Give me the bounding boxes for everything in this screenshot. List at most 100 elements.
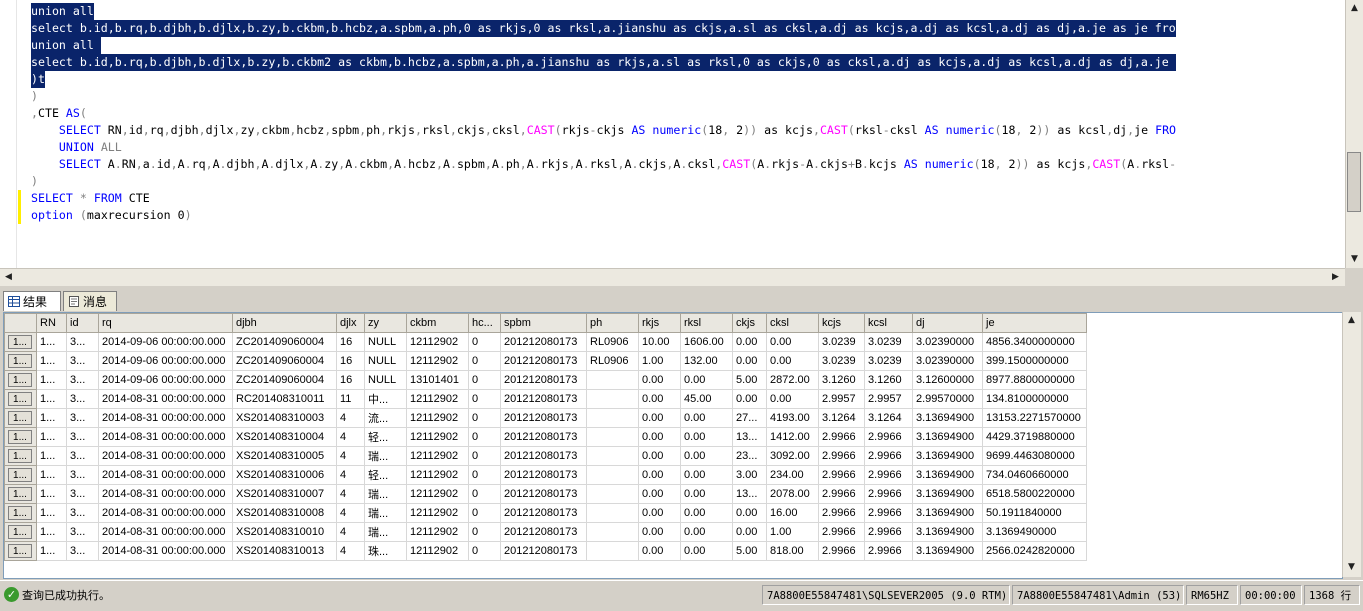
table-row[interactable]: 1... 1... 3... 2014-08-31 00:00:00.000 XS201…	[4, 427, 1087, 447]
column-header[interactable]: cksl	[766, 313, 819, 333]
cell-RN[interactable]: 1...	[36, 408, 67, 428]
cell-cksl[interactable]: 0.00	[766, 351, 819, 371]
cell-hc[interactable]: 0	[468, 332, 501, 352]
cell-cksl[interactable]: 3092.00	[766, 446, 819, 466]
cell-je[interactable]: 8977.8800000000	[982, 370, 1087, 390]
column-header[interactable]: rkjs	[638, 313, 681, 333]
cell-rkjs[interactable]: 0.00	[638, 427, 681, 447]
cell-ckbm[interactable]: 12112902	[406, 541, 469, 561]
cell-dj[interactable]: 3.02390000	[912, 332, 983, 352]
cell-ckbm[interactable]: 12112902	[406, 351, 469, 371]
cell-ph[interactable]	[586, 389, 639, 409]
row-header[interactable]: 1...	[4, 465, 37, 485]
cell-hc[interactable]: 0	[468, 484, 501, 504]
cell-ckbm[interactable]: 12112902	[406, 427, 469, 447]
cell-spbm[interactable]: 201212080173	[500, 370, 587, 390]
cell-dj[interactable]: 3.13694900	[912, 427, 983, 447]
cell-rksl[interactable]: 132.00	[680, 351, 733, 371]
code-line[interactable]: ,CTE AS(	[18, 105, 1345, 122]
cell-kcsl[interactable]: 2.9966	[864, 522, 913, 542]
cell-djlx[interactable]: 16	[336, 370, 365, 390]
cell-rkjs[interactable]: 0.00	[638, 408, 681, 428]
table-row[interactable]: 1... 1... 3... 2014-08-31 00:00:00.000 XS201…	[4, 503, 1087, 523]
grid-vertical-scrollbar[interactable]: ▲ ▼	[1342, 312, 1361, 577]
row-header[interactable]: 1...	[4, 541, 37, 561]
cell-id[interactable]: 3...	[66, 522, 99, 542]
cell-je[interactable]: 50.1911840000	[982, 503, 1087, 523]
cell-ckbm[interactable]: 12112902	[406, 408, 469, 428]
cell-ckbm[interactable]: 12112902	[406, 332, 469, 352]
cell-ckjs[interactable]: 0.00	[732, 522, 767, 542]
cell-kcsl[interactable]: 3.1264	[864, 408, 913, 428]
cell-rkjs[interactable]: 0.00	[638, 541, 681, 561]
cell-ckjs[interactable]: 13...	[732, 484, 767, 504]
code-line[interactable]: select b.id,b.rq,b.djbh,b.djlx,b.zy,b.ck…	[18, 54, 1345, 71]
cell-djbh[interactable]: XS201408310007	[232, 484, 337, 504]
cell-ckbm[interactable]: 12112902	[406, 484, 469, 504]
cell-dj[interactable]: 3.13694900	[912, 446, 983, 466]
cell-kcsl[interactable]: 3.0239	[864, 332, 913, 352]
column-header[interactable]: kcsl	[864, 313, 913, 333]
cell-dj[interactable]: 3.12600000	[912, 370, 983, 390]
cell-rq[interactable]: 2014-09-06 00:00:00.000	[98, 370, 233, 390]
cell-hc[interactable]: 0	[468, 465, 501, 485]
table-row[interactable]: 1... 1... 3... 2014-08-31 00:00:00.000 RC201…	[4, 389, 1087, 409]
cell-djlx[interactable]: 4	[336, 446, 365, 466]
cell-zy[interactable]: NULL	[364, 370, 407, 390]
cell-kcjs[interactable]: 2.9966	[818, 522, 865, 542]
cell-ckbm[interactable]: 12112902	[406, 465, 469, 485]
column-header[interactable]: rksl	[680, 313, 733, 333]
cell-ckjs[interactable]: 23...	[732, 446, 767, 466]
column-header[interactable]: dj	[912, 313, 983, 333]
code-line[interactable]: UNION ALL	[18, 139, 1345, 156]
cell-je[interactable]: 2566.0242820000	[982, 541, 1087, 561]
editor-scroll-thumb[interactable]	[1347, 152, 1361, 212]
row-header[interactable]: 1...	[4, 503, 37, 523]
cell-zy[interactable]: 轻...	[364, 465, 407, 485]
cell-rkjs[interactable]: 0.00	[638, 503, 681, 523]
cell-spbm[interactable]: 201212080173	[500, 522, 587, 542]
cell-djbh[interactable]: XS201408310006	[232, 465, 337, 485]
table-row[interactable]: 1... 1... 3... 2014-08-31 00:00:00.000 XS201…	[4, 522, 1087, 542]
cell-djlx[interactable]: 11	[336, 389, 365, 409]
cell-id[interactable]: 3...	[66, 446, 99, 466]
cell-rq[interactable]: 2014-09-06 00:00:00.000	[98, 332, 233, 352]
cell-rksl[interactable]: 0.00	[680, 446, 733, 466]
cell-kcjs[interactable]: 3.0239	[818, 351, 865, 371]
cell-kcjs[interactable]: 3.1260	[818, 370, 865, 390]
cell-ckbm[interactable]: 12112902	[406, 503, 469, 523]
cell-ckbm[interactable]: 12112902	[406, 446, 469, 466]
code-line[interactable]: )	[18, 88, 1345, 105]
code-line[interactable]: union all	[18, 37, 1345, 54]
cell-kcsl[interactable]: 2.9966	[864, 446, 913, 466]
table-row[interactable]: 1... 1... 3... 2014-08-31 00:00:00.000 XS201…	[4, 408, 1087, 428]
cell-rksl[interactable]: 1606.00	[680, 332, 733, 352]
column-header[interactable]: hc...	[468, 313, 501, 333]
cell-zy[interactable]: 轻...	[364, 427, 407, 447]
select-all-corner[interactable]	[4, 313, 37, 333]
cell-RN[interactable]: 1...	[36, 503, 67, 523]
cell-kcjs[interactable]: 3.0239	[818, 332, 865, 352]
cell-spbm[interactable]: 201212080173	[500, 389, 587, 409]
cell-RN[interactable]: 1...	[36, 465, 67, 485]
cell-rksl[interactable]: 0.00	[680, 541, 733, 561]
cell-rksl[interactable]: 0.00	[680, 465, 733, 485]
cell-kcjs[interactable]: 2.9966	[818, 541, 865, 561]
cell-zy[interactable]: 瑞...	[364, 446, 407, 466]
cell-ckjs[interactable]: 13...	[732, 427, 767, 447]
cell-kcjs[interactable]: 2.9966	[818, 446, 865, 466]
cell-RN[interactable]: 1...	[36, 332, 67, 352]
cell-rksl[interactable]: 0.00	[680, 522, 733, 542]
cell-dj[interactable]: 3.13694900	[912, 465, 983, 485]
row-header[interactable]: 1...	[4, 446, 37, 466]
cell-dj[interactable]: 3.13694900	[912, 541, 983, 561]
cell-hc[interactable]: 0	[468, 389, 501, 409]
cell-zy[interactable]: NULL	[364, 351, 407, 371]
code-line[interactable]: )	[18, 173, 1345, 190]
sql-editor[interactable]: union all select b.id,b.rq,b.djbh,b.djlx,…	[0, 0, 1345, 268]
table-row[interactable]: 1... 1... 3... 2014-08-31 00:00:00.000 XS201…	[4, 465, 1087, 485]
cell-ckjs[interactable]: 5.00	[732, 370, 767, 390]
cell-je[interactable]: 4856.3400000000	[982, 332, 1087, 352]
cell-hc[interactable]: 0	[468, 503, 501, 523]
cell-ckbm[interactable]: 13101401	[406, 370, 469, 390]
